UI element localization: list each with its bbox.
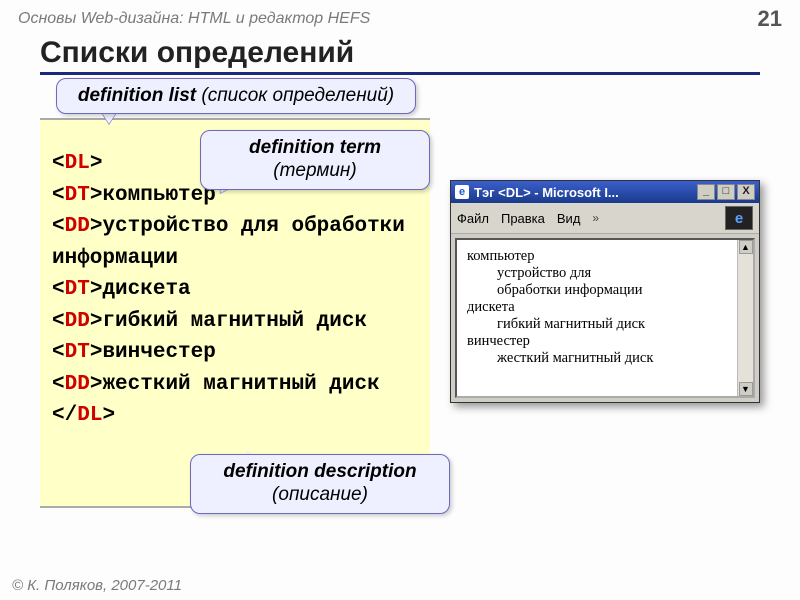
- callout-definition-term: definition term (термин): [200, 130, 430, 190]
- browser-window: e Тэг <DL> - Microsoft I... _ □ X Файл П…: [450, 180, 760, 403]
- definition-list-rendered: компьютер устройство для обработки инфор…: [467, 248, 745, 367]
- dd-rendered: гибкий магнитный диск: [497, 316, 745, 333]
- page-title: Списки определений: [40, 36, 760, 75]
- ie-logo-icon: e: [725, 206, 753, 230]
- titlebar: e Тэг <DL> - Microsoft I... _ □ X: [451, 181, 759, 203]
- dd-rendered: обработки информации: [497, 282, 745, 299]
- callout-definition-description: definition description (описание): [190, 454, 450, 514]
- dt-rendered: компьютер: [467, 248, 745, 265]
- dd-rendered: устройство для: [497, 265, 745, 282]
- menubar: Файл Правка Вид » e: [451, 203, 759, 234]
- callout-definition-list: definition list (список определений): [56, 78, 416, 114]
- menu-edit[interactable]: Правка: [501, 211, 545, 226]
- breadcrumb: Основы Web-дизайна: HTML и редактор HEFS: [18, 10, 370, 28]
- menu-view[interactable]: Вид: [557, 211, 581, 226]
- scroll-down-icon[interactable]: ▼: [739, 382, 753, 396]
- menu-overflow-icon[interactable]: »: [592, 211, 599, 225]
- close-button[interactable]: X: [737, 184, 755, 200]
- dt-rendered: винчестер: [467, 333, 745, 350]
- dd-rendered: жесткий магнитный диск: [497, 350, 745, 367]
- copyright: © К. Поляков, 2007-2011: [12, 577, 182, 594]
- maximize-button[interactable]: □: [717, 184, 735, 200]
- minimize-button[interactable]: _: [697, 184, 715, 200]
- menu-file[interactable]: Файл: [457, 211, 489, 226]
- vertical-scrollbar[interactable]: ▲ ▼: [737, 240, 753, 396]
- window-title: Тэг <DL> - Microsoft I...: [474, 185, 619, 200]
- ie-page-icon: e: [455, 185, 469, 199]
- scroll-up-icon[interactable]: ▲: [739, 240, 753, 254]
- page-number: 21: [758, 6, 782, 32]
- dt-rendered: дискета: [467, 299, 745, 316]
- browser-viewport: компьютер устройство для обработки инфор…: [455, 238, 755, 398]
